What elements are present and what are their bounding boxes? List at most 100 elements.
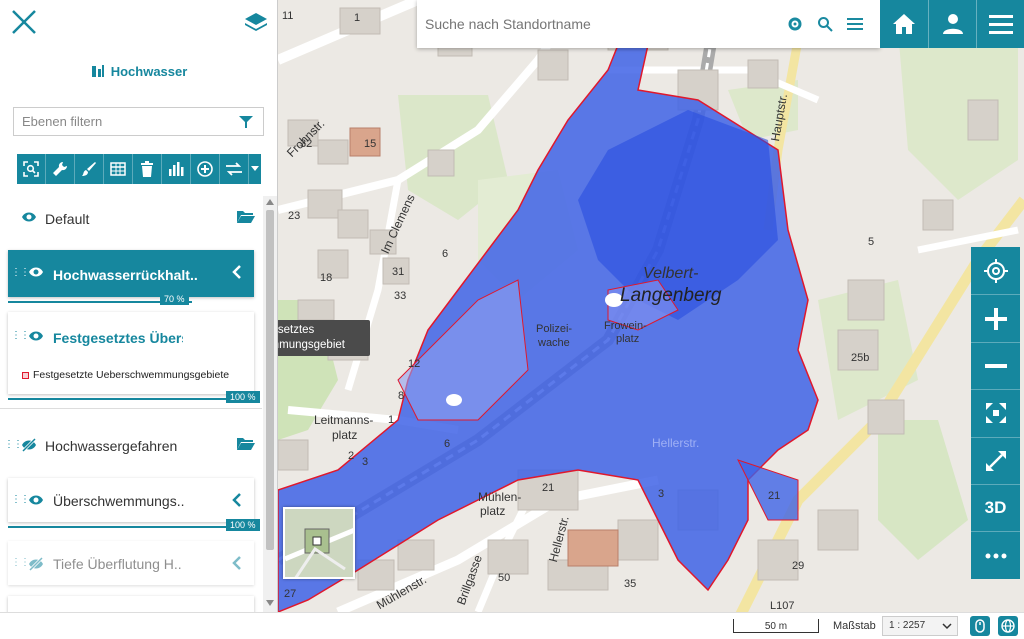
layer-group-label: Default xyxy=(45,211,90,227)
minus-icon xyxy=(984,363,1007,368)
layer-label: Hochwasserrückhalt.. xyxy=(53,267,198,283)
user-icon xyxy=(942,14,963,34)
drag-handle-icon[interactable]: ⋮⋮ xyxy=(11,494,30,505)
chart-button[interactable] xyxy=(162,154,191,184)
layer-opacity-value: 100 % xyxy=(226,519,260,531)
scale-select[interactable]: 1 : 2257 xyxy=(882,616,958,636)
locate-button[interactable] xyxy=(971,247,1020,294)
sidebar-title: Hochwasser xyxy=(0,64,277,81)
more-button[interactable] xyxy=(971,531,1020,578)
eye-icon[interactable] xyxy=(28,266,44,278)
toolbar-more-button[interactable] xyxy=(249,154,261,184)
layer-item-tiefe-ueberflutung[interactable]: ⋮⋮ Tiefe Überflutung H.. xyxy=(8,541,254,585)
fullscreen-button[interactable] xyxy=(971,436,1020,484)
search-icon[interactable] xyxy=(813,12,837,36)
menu-icon[interactable] xyxy=(843,12,867,36)
drag-handle-icon[interactable]: ⋮⋮ xyxy=(11,330,30,341)
close-icon[interactable] xyxy=(10,8,38,36)
zoom-extent-button[interactable] xyxy=(971,389,1020,436)
layer-opacity-bar[interactable] xyxy=(8,398,254,400)
chevron-left-icon[interactable] xyxy=(232,493,242,507)
add-circle-icon xyxy=(197,161,213,177)
main-menu-button[interactable] xyxy=(976,0,1024,48)
layer-style-button[interactable] xyxy=(75,154,104,184)
caret-down-icon xyxy=(251,166,259,171)
scroll-down-icon[interactable] xyxy=(266,600,274,606)
map-label-muehlen: Mühlen- xyxy=(478,490,522,504)
drag-handle-icon[interactable]: ⋮⋮ xyxy=(11,267,30,278)
layer-settings-button[interactable] xyxy=(46,154,75,184)
drag-handle-icon[interactable]: ⋮⋮ xyxy=(4,439,23,450)
home-button[interactable] xyxy=(880,0,928,48)
drag-handle-icon[interactable]: ⋮⋮ xyxy=(11,557,30,568)
home-icon xyxy=(893,14,915,34)
fullscreen-icon xyxy=(985,450,1006,471)
map-label-leitmanns: Leitmanns- xyxy=(314,413,374,427)
wrench-icon xyxy=(53,161,68,176)
layers-icon[interactable] xyxy=(243,10,269,36)
house-number: 3 xyxy=(658,488,665,500)
house-number: 5 xyxy=(868,236,875,248)
top-navigation xyxy=(880,0,1024,48)
gear-icon[interactable] xyxy=(783,12,807,36)
hamburger-icon xyxy=(988,15,1013,34)
eye-icon[interactable] xyxy=(28,494,44,506)
add-layer-button[interactable] xyxy=(191,154,220,184)
house-number: 11 xyxy=(282,10,294,22)
globe-icon xyxy=(1001,619,1015,633)
house-number: 25b xyxy=(851,352,870,364)
chevron-left-icon[interactable] xyxy=(232,265,242,279)
map-label-street: Hellerstr. xyxy=(652,436,700,450)
zoom-out-button[interactable] xyxy=(971,341,1020,389)
layer-group-hochwassergefahren[interactable]: ⋮⋮ Hochwassergefahren xyxy=(0,423,262,469)
sidebar-scroll-thumb[interactable] xyxy=(266,210,274,550)
crosshair-icon xyxy=(983,258,1008,283)
layer-group-default[interactable]: Default xyxy=(0,196,262,242)
user-button[interactable] xyxy=(928,0,976,48)
swap-layers-button[interactable] xyxy=(220,154,249,184)
filter-icon[interactable] xyxy=(239,115,253,129)
house-number: 1 xyxy=(354,12,361,24)
mouse-position-button[interactable] xyxy=(970,616,990,636)
layer-label: Tiefe Überflutung H.. xyxy=(53,556,182,572)
layer-item-ueberschwemmung[interactable]: ⋮⋮ Überschwemmungs.. xyxy=(8,478,254,522)
table-icon xyxy=(110,162,126,176)
scroll-up-icon[interactable] xyxy=(266,199,274,205)
map-label-leitmanns: platz xyxy=(332,428,358,442)
trash-icon xyxy=(141,161,153,177)
eye-icon[interactable] xyxy=(21,211,37,223)
layer-filter-input[interactable]: Ebenen filtern xyxy=(13,107,264,136)
plus-icon xyxy=(984,307,1007,330)
eye-slash-icon[interactable] xyxy=(28,557,44,571)
zoom-to-layer-button[interactable] xyxy=(17,154,46,184)
chart-icon xyxy=(169,162,184,176)
eye-icon[interactable] xyxy=(28,330,44,342)
water-building-icon xyxy=(91,64,105,81)
overview-map[interactable] xyxy=(283,507,355,579)
map-canvas[interactable]: Velbert- Langenberg Polizei- wache Frowe… xyxy=(278,0,1024,612)
3d-button[interactable]: 3D xyxy=(971,483,1020,531)
layer-item-partial xyxy=(8,596,254,612)
chevron-left-icon[interactable] xyxy=(232,556,242,570)
layer-opacity-bar[interactable] xyxy=(8,526,254,528)
zoom-in-button[interactable] xyxy=(971,294,1020,341)
house-number: 12 xyxy=(408,358,421,370)
attribute-table-button[interactable] xyxy=(104,154,133,184)
swap-icon xyxy=(226,162,242,176)
layer-item-hochwasserrueckhalt[interactable]: ⋮⋮ Hochwasserrückhalt.. xyxy=(8,250,254,297)
scale-select-value: 1 : 2257 xyxy=(889,620,926,631)
globe-button[interactable] xyxy=(998,616,1018,636)
layer-toolbar xyxy=(17,154,261,184)
remove-layer-button[interactable] xyxy=(133,154,162,184)
house-number: 29 xyxy=(792,560,805,572)
mouse-icon xyxy=(975,619,985,633)
chevron-down-icon xyxy=(942,623,952,630)
eye-slash-icon[interactable] xyxy=(21,438,37,452)
house-number: 3 xyxy=(362,456,369,468)
folder-open-icon[interactable] xyxy=(237,437,255,451)
folder-open-icon[interactable] xyxy=(237,210,255,224)
layer-label: Festgesetztes Überschwemmungsgebiet xyxy=(53,330,183,346)
scale-label: Maßstab xyxy=(833,620,876,632)
layer-item-festgesetztes[interactable]: ⋮⋮ Festgesetztes Überschwemmungsgebiet F… xyxy=(8,312,254,394)
search-input[interactable] xyxy=(417,9,777,39)
